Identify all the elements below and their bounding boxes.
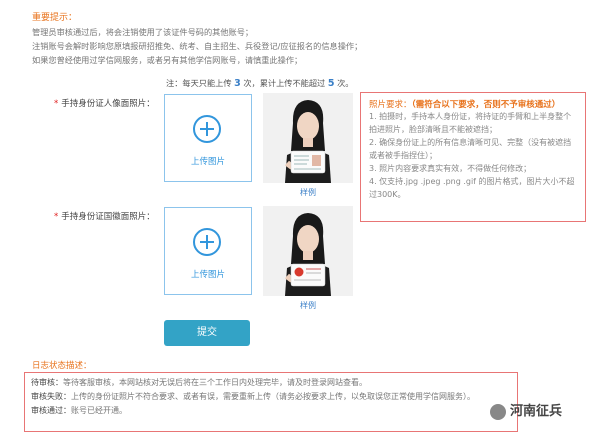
notice-title: 重要提示： bbox=[32, 13, 78, 23]
notice-line-3: 如果您曾经使用过学信网服务，或者另有其他学信网账号，请慎重此操作； bbox=[32, 55, 303, 65]
requirement-item-4: 4. 仅支持.jpg .jpeg .png .gif 的图片格式，图片大小不超过… bbox=[369, 177, 575, 199]
back-photo-label-text: 手持身份证国徽面照片： bbox=[61, 212, 155, 222]
front-sample-link[interactable]: 样例 bbox=[263, 187, 353, 198]
notice-line-1: 管理员审核通过后，将会注销使用了该证件号码的其他账号； bbox=[32, 27, 254, 37]
limit-mid: 次，累计上传不能超过 bbox=[243, 78, 326, 88]
required-mark: * bbox=[54, 99, 59, 109]
photo-requirements-box: 照片要求：（需符合以下要求，否则不予审核通过） 1. 拍摄时，手持本人身份证，将… bbox=[360, 92, 586, 222]
log-text: 上传的身份证照片不符合要求、或者有误，需要重新上传（请务必按要求上传，以免取误您… bbox=[71, 392, 475, 401]
plus-icon bbox=[193, 228, 221, 256]
log-row-pending: 待审核：等待客服审核，本网站核对无误后将在三个工作日内处理完毕，请及时登录网站查… bbox=[31, 376, 511, 390]
front-photo-label-text: 手持身份证人像面照片： bbox=[61, 99, 155, 109]
log-row-passed: 审核通过：账号已经开通。 bbox=[31, 404, 511, 418]
log-key: 审核失败： bbox=[31, 392, 71, 401]
front-upload-text: 上传图片 bbox=[190, 157, 225, 167]
requirement-item-3: 3. 照片内容要求真实有效，不得做任何修改； bbox=[369, 164, 532, 173]
requirements-title: 照片要求： bbox=[369, 100, 412, 110]
front-photo-label: * 手持身份证人像面照片： bbox=[54, 97, 155, 109]
requirements-title-note: （需符合以下要求，否则不予审核通过） bbox=[411, 100, 561, 110]
back-upload-text: 上传图片 bbox=[190, 270, 225, 280]
wechat-logo-icon bbox=[490, 403, 506, 420]
sample-photo-back bbox=[263, 206, 353, 296]
log-key: 审核通过： bbox=[31, 406, 71, 415]
submit-button[interactable]: 提交 bbox=[164, 320, 250, 346]
back-sample-image bbox=[263, 206, 353, 296]
log-key: 待审核： bbox=[31, 378, 63, 387]
front-sample-image bbox=[263, 93, 353, 183]
required-mark: * bbox=[54, 212, 59, 222]
plus-icon bbox=[193, 115, 221, 143]
limit-total-count: 5 bbox=[327, 78, 335, 89]
requirement-item-1: 1. 拍摄时，手持本人身份证，将持证的手臂和上半身整个拍进照片，脸部清晰且不能被… bbox=[369, 112, 572, 134]
front-upload-button[interactable]: 上传图片 bbox=[164, 94, 252, 182]
sample-photo-front bbox=[263, 93, 353, 183]
log-text: 等待客服审核，本网站核对无误后将在三个工作日内处理完毕，请及时登录网站查看。 bbox=[63, 378, 367, 387]
watermark: 河南征兵 bbox=[490, 400, 562, 420]
requirements-heading: 照片要求：（需符合以下要求，否则不予审核通过） bbox=[369, 98, 577, 110]
limit-suffix: 次。 bbox=[337, 78, 354, 88]
upload-limit-note: 注：每天只能上传 3 次，累计上传不能超过 5 次。 bbox=[166, 77, 353, 89]
back-sample-link[interactable]: 样例 bbox=[263, 300, 353, 311]
requirement-item-2: 2. 确保身份证上的所有信息清晰可见、完整（没有被遮挡或者被手指捏住）； bbox=[369, 138, 572, 160]
back-photo-label: * 手持身份证国徽面照片： bbox=[54, 210, 155, 222]
notice-line-2: 注销账号会解时影响您原填报研招推免、统考、自主招生、兵役登记/应征报名的信息操作… bbox=[32, 41, 363, 51]
log-status-box: 待审核：等待客服审核，本网站核对无误后将在三个工作日内处理完毕，请及时登录网站查… bbox=[24, 372, 518, 432]
limit-prefix: 注：每天只能上传 bbox=[166, 78, 232, 88]
watermark-text: 河南征兵 bbox=[510, 404, 563, 419]
log-status-title: 日志状态描述： bbox=[32, 361, 92, 371]
log-row-failed: 审核失败：上传的身份证照片不符合要求、或者有误，需要重新上传（请务必按要求上传，… bbox=[31, 390, 511, 404]
limit-daily-count: 3 bbox=[234, 78, 241, 89]
back-upload-button[interactable]: 上传图片 bbox=[164, 207, 252, 295]
log-text: 账号已经开通。 bbox=[71, 406, 127, 415]
